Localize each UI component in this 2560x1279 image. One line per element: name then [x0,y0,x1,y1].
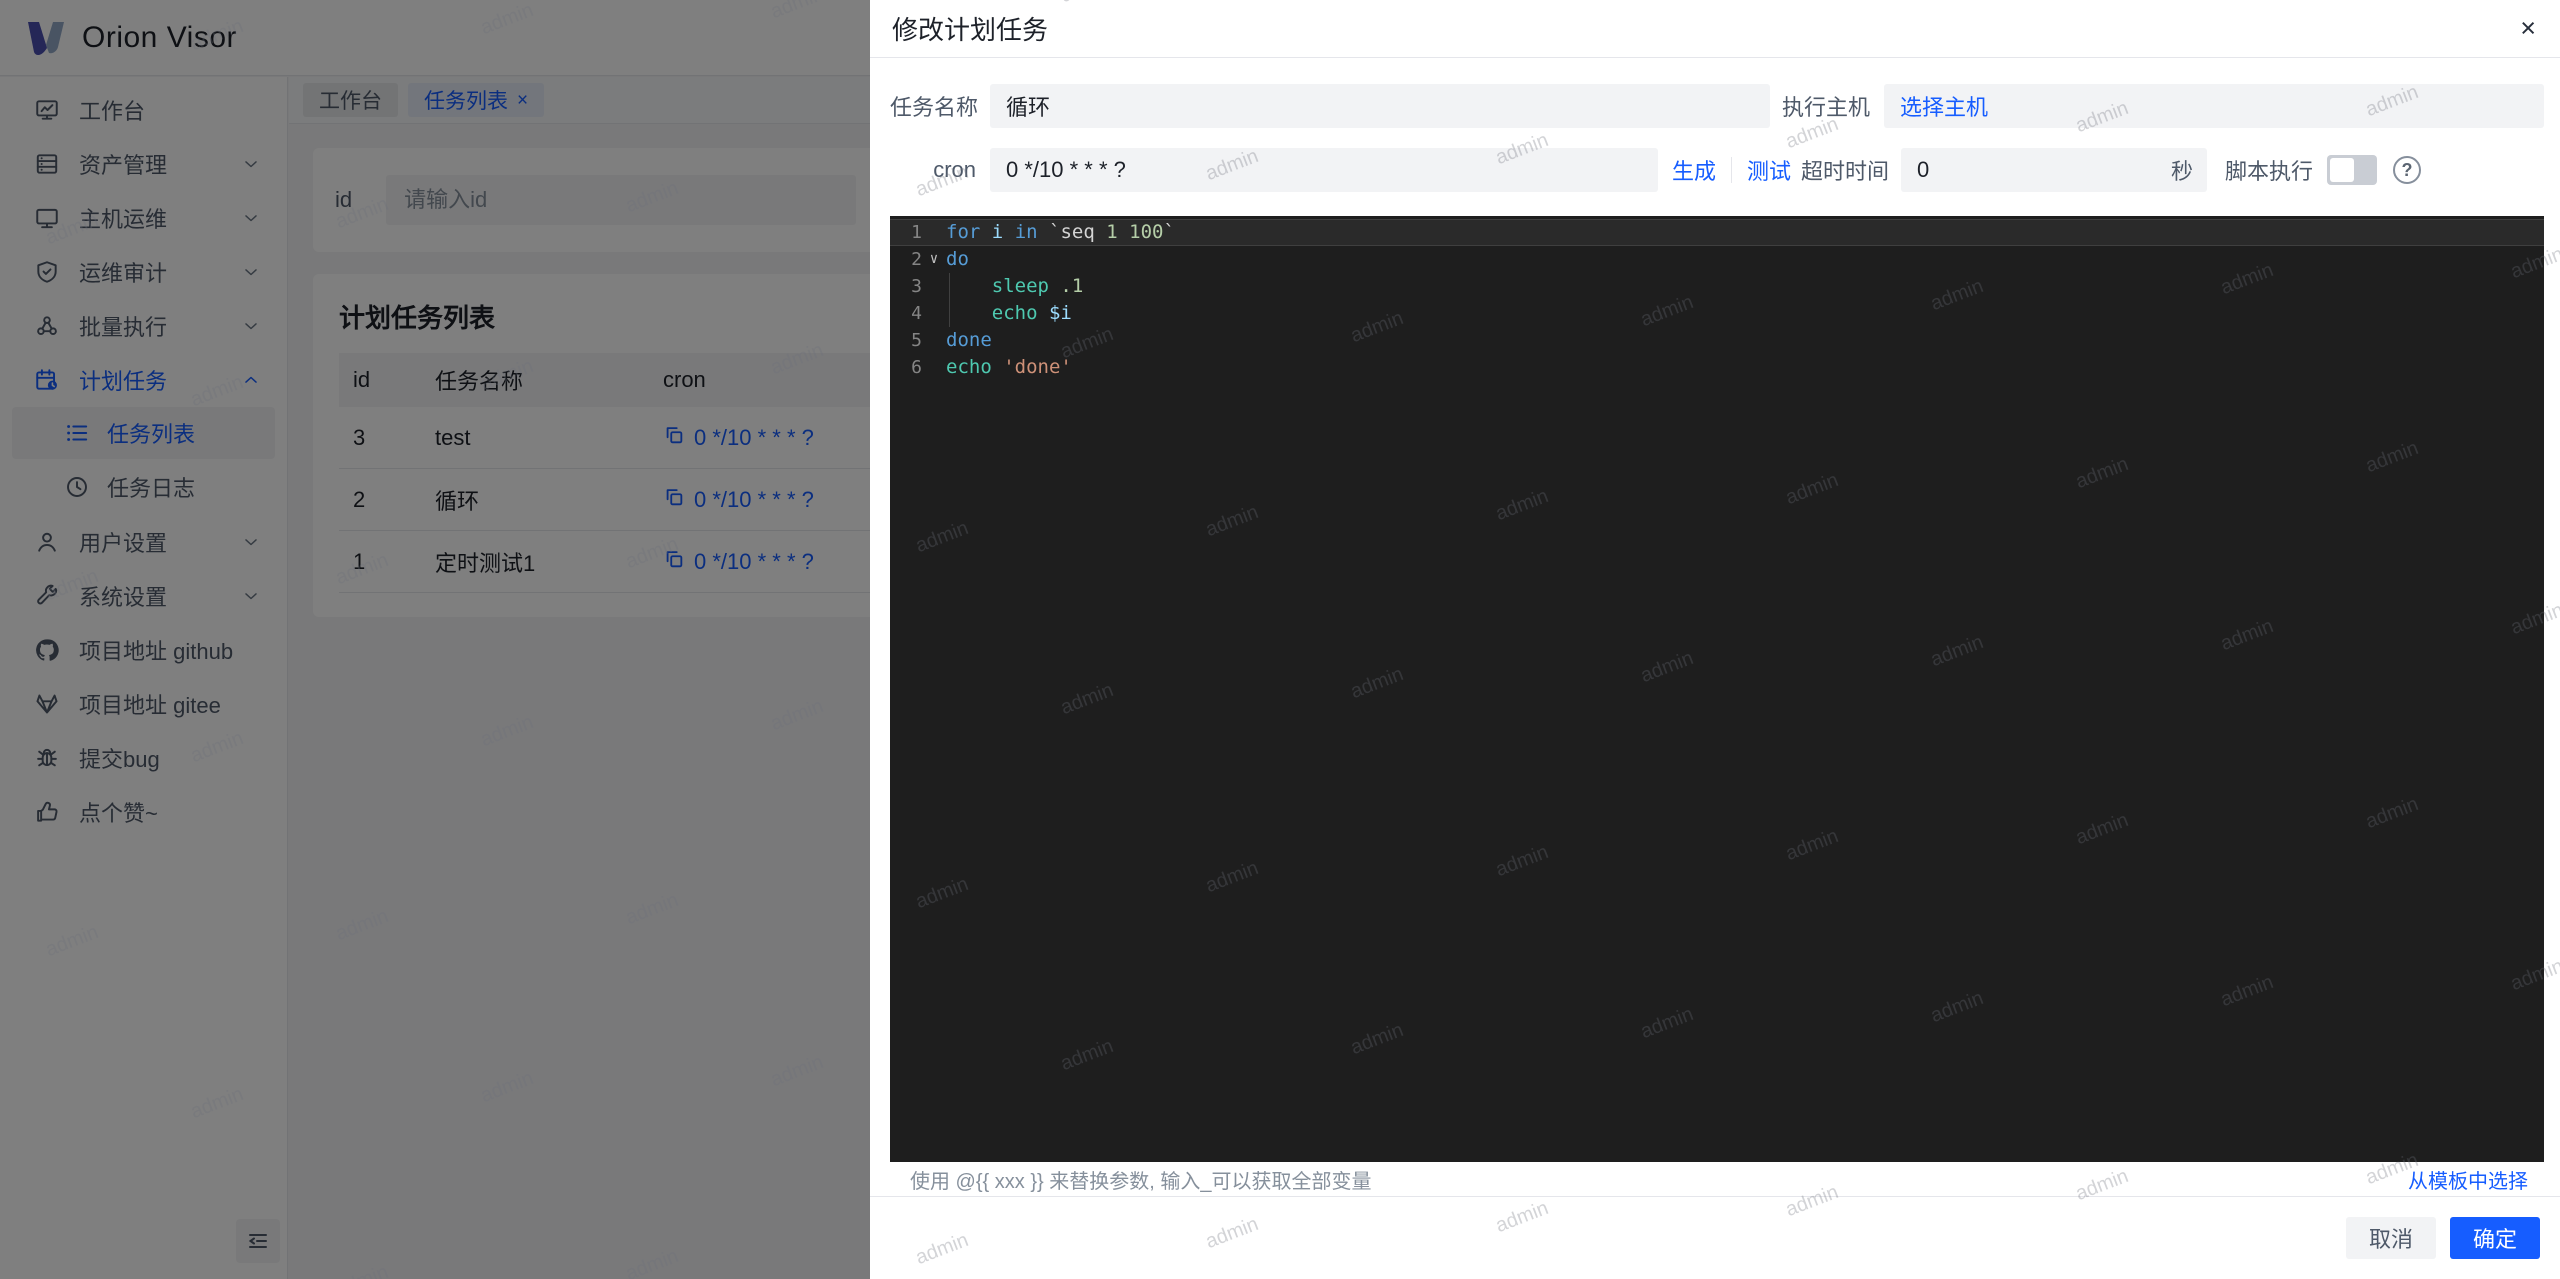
line-number: 3 [911,276,922,297]
script-exec-toggle[interactable] [2327,155,2378,185]
form-row-name-host: 任务名称 执行主机 选择主机 [890,84,2544,128]
code-text: echo $i [946,300,1072,327]
task-name-input[interactable] [990,84,1770,128]
code-token: 1 [1106,221,1118,243]
select-host-link[interactable]: 选择主机 [1900,90,1988,122]
timeout-label: 超时时间 [1801,159,1890,184]
cron-input[interactable] [990,148,1658,192]
script-code-editor[interactable]: 1 for i in `seq 1 100` 2 ∨ do 3 sleep .1 4 ech… [890,216,2544,1162]
code-token: echo [991,302,1038,324]
code-line: 5 done [890,327,2544,354]
code-token: ` [1163,221,1175,243]
code-token: `seq [1037,221,1107,243]
code-token: $i [1048,302,1072,324]
code-token: done [946,329,992,351]
code-token: .1 [1060,275,1084,297]
code-line: 6 echo 'done' [890,354,2544,381]
fold-gutter [922,354,946,381]
fold-gutter [922,273,946,300]
fold-gutter [922,327,946,354]
line-number: 5 [911,330,922,351]
modal-title: 修改计划任务 [892,15,1049,45]
code-text: echo 'done' [946,354,1072,381]
modal-header: 修改计划任务 × [870,0,2560,58]
code-token: do [946,248,969,270]
fold-gutter [922,300,946,327]
help-question-icon[interactable]: ? [2393,156,2422,184]
code-line: 3 sleep .1 [890,273,2544,300]
editor-helper-row: 使用 @{{ xxx }} 来替换参数, 输入_可以获取全部变量 从模板中选择 [890,1162,2544,1196]
edit-task-modal: 修改计划任务 × 任务名称 执行主机 选择主机 cron 生成 测试 超时时间 … [870,0,2560,1279]
close-icon[interactable]: × [2520,15,2536,42]
code-text: done [946,327,992,354]
form-row-cron-timeout: cron 生成 测试 超时时间 秒 脚本执行 ? [890,148,2544,192]
cancel-button[interactable]: 取消 [2345,1217,2436,1259]
timeout-field: 秒 [1901,148,2208,192]
code-text: sleep .1 [946,273,1084,300]
code-line: 1 for i in `seq 1 100` [890,219,2544,246]
confirm-button[interactable]: 确定 [2449,1217,2540,1259]
line-number: 2 [911,249,922,270]
line-number: 1 [911,222,922,243]
modal-body: 任务名称 执行主机 选择主机 cron 生成 测试 超时时间 秒 脚本执行 [870,58,2560,1196]
fold-chevron-icon: ∨ [929,251,939,267]
code-token: in [1014,221,1038,243]
line-number: 6 [911,357,922,378]
toggle-knob [2330,158,2355,182]
script-exec-label: 脚本执行 [2225,159,2314,184]
code-token: sleep [991,275,1049,297]
code-line: 2 ∨ do [890,246,2544,273]
code-text: do [946,246,969,273]
fold-gutter [922,219,946,246]
cron-test-link[interactable]: 测试 [1747,154,1791,186]
task-name-label: 任务名称 [890,95,979,120]
code-token: for [946,221,981,243]
code-token: 'done' [1003,356,1072,378]
code-token: i [991,221,1004,243]
exec-host-label: 执行主机 [1782,95,1871,120]
timeout-input[interactable] [1901,148,2152,192]
select-from-template-link[interactable]: 从模板中选择 [2408,1165,2528,1194]
divider [1731,157,1733,183]
timeout-unit: 秒 [2171,159,2194,184]
host-select-field[interactable]: 选择主机 [1884,84,2544,128]
code-text: for i in `seq 1 100` [946,219,1175,246]
modal-footer: 取消 确定 [870,1196,2560,1279]
code-line: 4 echo $i [890,300,2544,327]
param-helper-text: 使用 @{{ xxx }} 来替换参数, 输入_可以获取全部变量 [910,1170,1372,1193]
cron-generate-link[interactable]: 生成 [1672,154,1716,186]
cron-actions: 生成 测试 [1672,154,1791,186]
cron-label: cron [933,157,976,182]
code-token: 100 [1129,221,1164,243]
line-number: 4 [911,303,922,324]
code-token: echo [946,356,992,378]
